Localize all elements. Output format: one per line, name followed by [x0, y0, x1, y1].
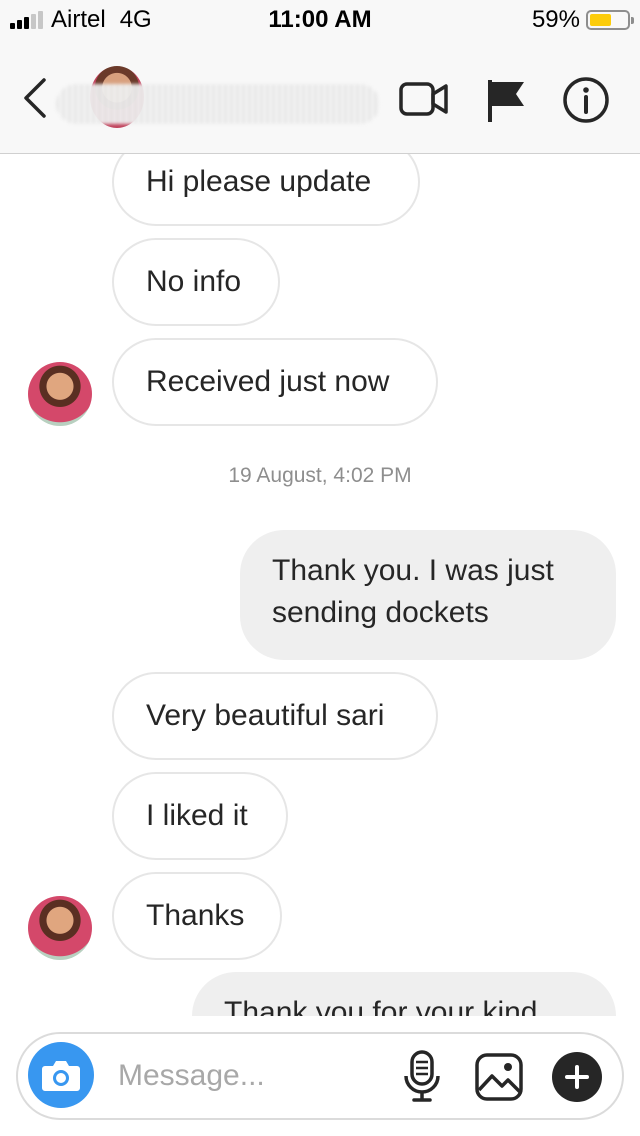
sender-avatar[interactable]	[28, 896, 92, 960]
battery-fill	[590, 14, 611, 26]
outgoing-message[interactable]: Thank you for your kind	[192, 972, 616, 1016]
gallery-icon[interactable]	[474, 1052, 524, 1102]
video-camera-icon[interactable]	[398, 74, 450, 126]
message-input[interactable]	[118, 1056, 378, 1096]
incoming-message[interactable]: I liked it	[112, 772, 288, 860]
battery-icon	[586, 10, 634, 30]
message-timestamp: 19 August, 4:02 PM	[228, 464, 412, 487]
camera-icon	[42, 1061, 80, 1091]
contact-name-redacted[interactable]	[56, 84, 380, 124]
status-right: 59%	[531, 6, 634, 34]
incoming-message[interactable]: Hi please update	[112, 154, 420, 226]
back-chevron-icon[interactable]	[20, 76, 50, 120]
conversation-header	[0, 40, 640, 154]
sender-avatar[interactable]	[28, 362, 92, 426]
status-bar: Airtel 4G 11:00 AM 59%	[0, 0, 640, 40]
camera-button[interactable]	[28, 1042, 94, 1108]
flag-icon[interactable]	[484, 74, 536, 126]
incoming-message[interactable]: No info	[112, 238, 280, 326]
microphone-icon[interactable]	[402, 1050, 442, 1102]
message-thread[interactable]: Hi please update No info Received just n…	[0, 154, 640, 1016]
info-icon[interactable]	[560, 74, 612, 126]
plus-button[interactable]	[552, 1052, 602, 1102]
incoming-message[interactable]: Thanks	[112, 872, 282, 960]
incoming-message[interactable]: Received just now	[112, 338, 438, 426]
message-composer	[16, 1032, 624, 1120]
battery-percent: 59%	[531, 6, 580, 33]
incoming-message[interactable]: Very beautiful sari	[112, 672, 438, 760]
plus-icon	[565, 1065, 589, 1089]
outgoing-message[interactable]: Thank you. I was just sending dockets	[240, 530, 616, 660]
